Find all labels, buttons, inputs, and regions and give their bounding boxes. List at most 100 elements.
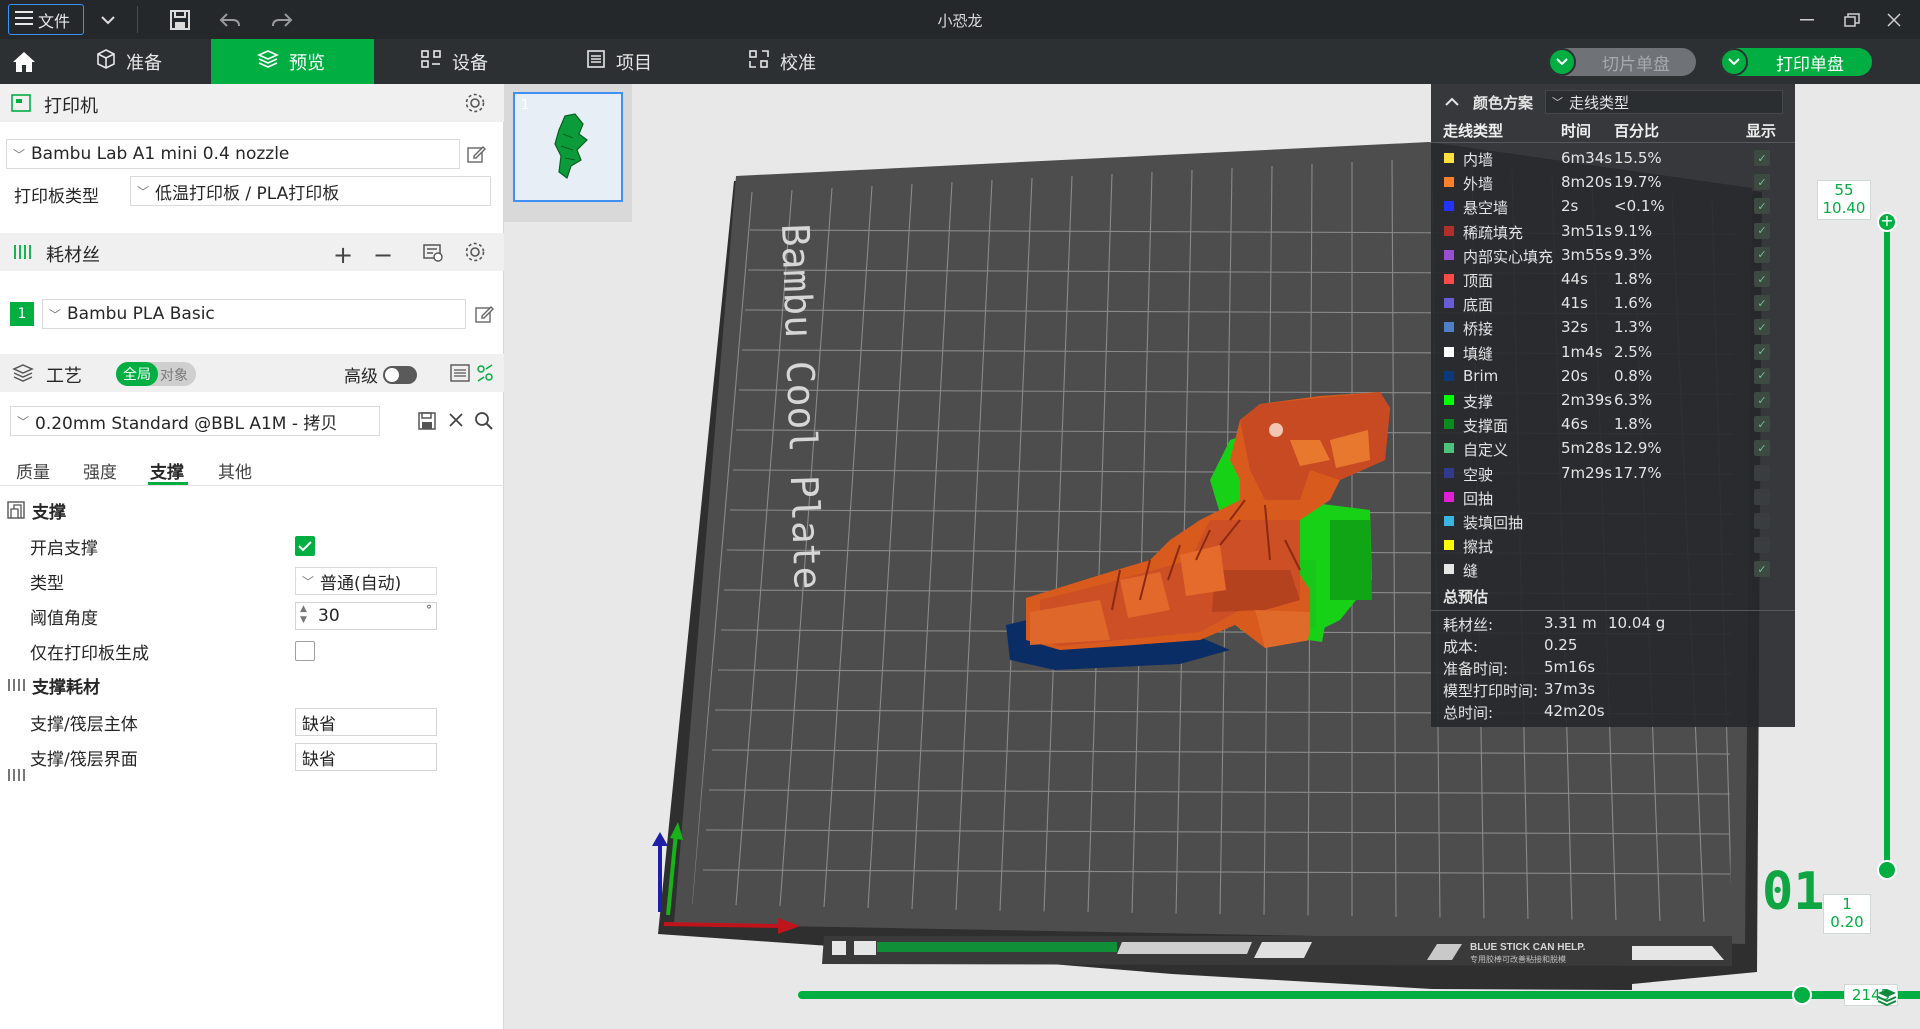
advanced-toggle[interactable] — [383, 366, 417, 384]
remove-filament-icon[interactable]: − — [373, 241, 393, 269]
total-key: 耗材丝: — [1443, 616, 1494, 634]
gcode-move-slider-track[interactable] — [798, 991, 1920, 999]
parameter-list-icon[interactable] — [449, 363, 471, 383]
slice-dropdown-chevron-icon[interactable] — [1548, 48, 1576, 76]
legend-visibility-checkbox[interactable]: ✓ — [1754, 295, 1770, 312]
legend-visibility-checkbox[interactable]: ✓ — [1754, 537, 1770, 554]
layers-toggle-icon[interactable] — [1876, 986, 1898, 1013]
total-value: 42m20s — [1544, 702, 1605, 720]
process-section-header: 工艺 全局 对象 高级 — [0, 354, 504, 392]
global-object-toggle[interactable]: 全局 对象 — [116, 362, 196, 386]
total-row: 成本: 0.25 — [1431, 636, 1795, 658]
legend-title: 颜色方案 — [1473, 94, 1534, 112]
process-preset-select[interactable]: ﹀ 0.20mm Standard @BBL A1M - 拷贝 — [10, 406, 380, 436]
support-filament-spool-icon — [6, 767, 26, 783]
filament-sync-icon[interactable] — [422, 242, 444, 262]
slice-plate-label: 切片单盘 — [1602, 54, 1670, 75]
printer-select[interactable]: ﹀ Bambu Lab A1 mini 0.4 nozzle — [6, 139, 460, 169]
legend-visibility-checkbox[interactable]: ✓ — [1754, 488, 1770, 505]
legend-swatch — [1444, 491, 1454, 502]
legend-row-percent: 9.1% — [1614, 221, 1653, 240]
filament-slot-badge[interactable]: 1 — [10, 302, 34, 326]
legend-row: Brim 20s 0.8% ✓ — [1431, 364, 1795, 388]
tab-project[interactable]: 项目 — [570, 39, 700, 84]
printer-settings-gear-icon[interactable] — [464, 92, 486, 114]
legend-visibility-checkbox[interactable]: ✓ — [1754, 416, 1770, 433]
restore-icon[interactable] — [1838, 6, 1866, 34]
legend-divider — [1431, 142, 1795, 143]
spin-arrows-icon[interactable]: ▲ ▼ — [300, 604, 307, 626]
slice-plate-button[interactable]: 切片单盘 — [1548, 48, 1696, 76]
legend-visibility-checkbox[interactable]: ✓ — [1754, 392, 1770, 408]
plate-type-select[interactable]: ﹀ 低温打印板 / PLA打印板 — [130, 176, 491, 206]
raft-interface-input[interactable]: 缺省 — [295, 743, 437, 771]
add-filament-icon[interactable]: + — [333, 241, 353, 269]
tab-prepare[interactable]: 准备 — [80, 39, 210, 84]
calibration-icon — [748, 49, 770, 74]
legend-visibility-checkbox[interactable]: ✓ — [1754, 561, 1770, 578]
legend-visibility-checkbox[interactable]: ✓ — [1754, 271, 1770, 287]
enable-support-checkbox[interactable] — [295, 536, 315, 556]
save-preset-icon[interactable] — [418, 412, 436, 430]
tab-strength[interactable]: 强度 — [83, 458, 117, 483]
legend-visibility-checkbox[interactable]: ✓ — [1754, 198, 1770, 215]
legend-row-percent: 12.9% — [1614, 439, 1662, 458]
minimize-icon[interactable] — [1793, 6, 1821, 34]
tab-prepare-label: 准备 — [126, 52, 162, 74]
legend-row: 底面 41s 1.6% ✓ — [1431, 291, 1795, 315]
legend-row-percent: 2.5% — [1614, 342, 1653, 361]
color-scheme-select[interactable]: ﹀ 走线类型 — [1545, 90, 1783, 114]
close-window-icon[interactable] — [1880, 6, 1908, 34]
layer-slider-top-handle[interactable]: + — [1877, 212, 1897, 232]
legend-row-time: 41s — [1561, 294, 1588, 313]
layer-slider-track[interactable] — [1884, 222, 1890, 870]
filament-settings-gear-icon[interactable] — [464, 241, 486, 263]
legend-visibility-checkbox[interactable]: ✓ — [1754, 513, 1770, 529]
edit-printer-icon[interactable] — [466, 144, 486, 164]
legend-visibility-checkbox[interactable]: ✓ — [1754, 367, 1770, 384]
support-type-select[interactable]: ﹀ 普通(自动) — [295, 567, 437, 595]
home-icon[interactable] — [8, 46, 40, 78]
toggle-global-option[interactable]: 全局 — [116, 362, 158, 386]
top-layer-number: 55 — [1834, 181, 1854, 199]
legend-visibility-checkbox[interactable]: ✓ — [1754, 222, 1770, 239]
filament-select[interactable]: ﹀ Bambu PLA Basic — [42, 299, 466, 329]
print-dropdown-chevron-icon[interactable] — [1720, 48, 1748, 76]
print-plate-button[interactable]: 打印单盘 — [1720, 48, 1872, 76]
layer-slider-bottom-handle[interactable] — [1877, 860, 1897, 880]
tab-preview[interactable]: 预览 — [211, 39, 374, 84]
legend-visibility-checkbox[interactable]: ✓ — [1754, 174, 1770, 191]
legend-row-percent: 1.3% — [1614, 318, 1653, 337]
printer-section-header: 打印机 — [0, 84, 504, 122]
legend-visibility-checkbox[interactable]: ✓ — [1754, 464, 1770, 481]
legend-visibility-checkbox[interactable]: ✓ — [1754, 343, 1770, 360]
tabs-divider — [0, 485, 504, 486]
tab-support[interactable]: 支撑 — [150, 458, 184, 483]
tab-quality[interactable]: 质量 — [16, 458, 50, 483]
legend-visibility-checkbox[interactable]: ✓ — [1754, 440, 1770, 457]
threshold-angle-input[interactable]: ▲ ▼ 30 ° — [295, 602, 437, 630]
legend-row: 空驶 7m29s17.7% ✓ — [1431, 461, 1795, 485]
col-header-time: 时间 — [1561, 122, 1592, 140]
raft-base-input[interactable]: 缺省 — [295, 708, 437, 736]
delete-preset-icon[interactable] — [448, 412, 464, 428]
gcode-move-slider-handle[interactable] — [1792, 985, 1812, 1005]
qr-code-icon — [854, 941, 876, 955]
chevron-down-icon: ﹀ — [137, 184, 150, 199]
plate-thumbnail[interactable]: 1 — [513, 92, 623, 202]
compare-icon[interactable] — [475, 363, 495, 383]
legend-visibility-checkbox[interactable]: ✓ — [1754, 246, 1770, 263]
edit-filament-icon[interactable] — [474, 304, 494, 324]
build-plate-only-checkbox[interactable] — [295, 641, 315, 661]
tab-calibration[interactable]: 校准 — [732, 39, 862, 84]
tab-other[interactable]: 其他 — [218, 458, 252, 483]
legend-row-name: 桥接 — [1463, 320, 1494, 339]
search-icon[interactable] — [474, 411, 494, 431]
legend-visibility-checkbox[interactable]: ✓ — [1754, 319, 1770, 336]
legend-header: 颜色方案 ﹀ 走线类型 — [1431, 84, 1795, 118]
tab-device[interactable]: 设备 — [404, 39, 534, 84]
legend-swatch — [1444, 419, 1454, 430]
collapse-chevron-icon[interactable] — [1445, 93, 1459, 111]
legend-visibility-checkbox[interactable]: ✓ — [1754, 150, 1770, 166]
toggle-object-option[interactable]: 对象 — [160, 365, 188, 385]
